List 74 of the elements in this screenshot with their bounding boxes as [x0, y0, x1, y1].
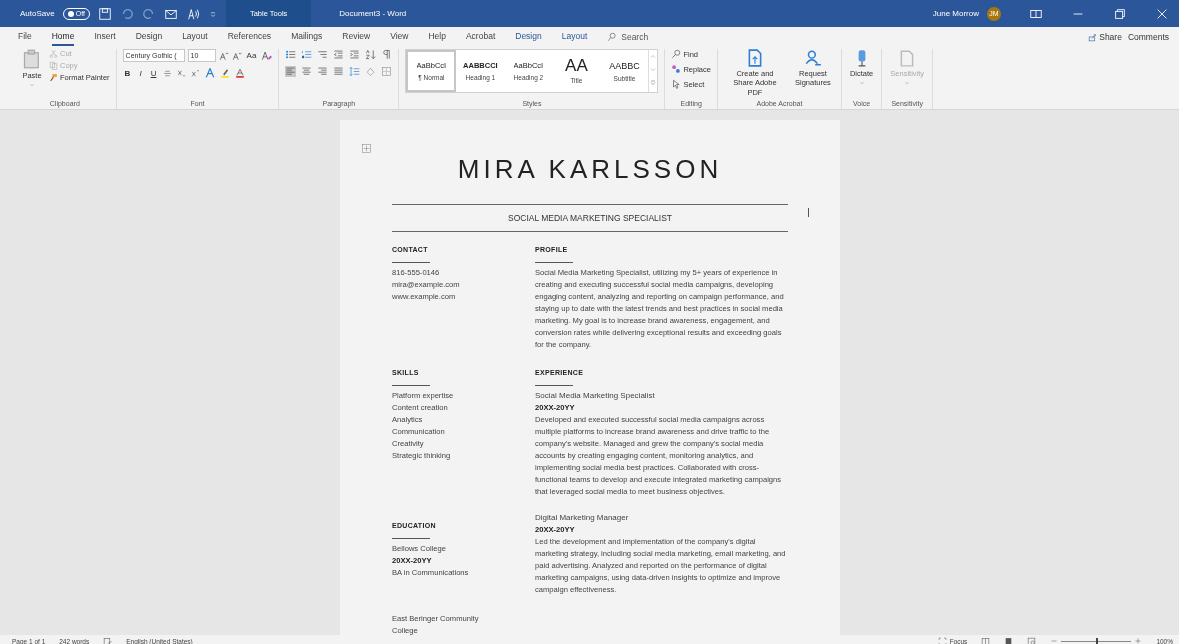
bullets-icon[interactable] [285, 49, 297, 60]
zoom-slider-thumb[interactable] [1096, 637, 1099, 644]
align-right-icon[interactable] [317, 66, 329, 77]
share-icon[interactable] [1088, 32, 1098, 42]
pilcrow-icon[interactable] [381, 49, 393, 60]
ribbon-tab[interactable]: File [18, 28, 32, 46]
text-cursor [808, 208, 809, 217]
caret-icon[interactable] [858, 80, 865, 87]
justify-icon[interactable] [333, 66, 345, 77]
web-layout-icon[interactable] [1027, 636, 1037, 644]
ribbon-tab[interactable]: Insert [94, 28, 116, 46]
grow-font-icon[interactable] [218, 50, 229, 61]
ribbon-tab[interactable]: View [390, 28, 409, 46]
ribbon-tab[interactable]: Help [428, 28, 446, 46]
superscript-icon[interactable] [191, 68, 201, 78]
job-title: Digital Marketing Manager [535, 512, 630, 524]
shrink-font-icon[interactable] [231, 50, 242, 61]
ribbon-tab[interactable]: References [227, 28, 272, 46]
proofing-icon[interactable] [103, 636, 113, 644]
resume-subtitle: SOCIAL MEDIA MARKETING SPECIALIST [392, 204, 788, 232]
align-left-icon[interactable] [285, 66, 297, 77]
italic-button[interactable]: I [137, 68, 144, 78]
replace-icon[interactable] [671, 64, 682, 74]
ribbon-tab[interactable]: Layout [561, 28, 588, 46]
redo-icon[interactable] [141, 6, 156, 21]
search-icon[interactable] [671, 49, 682, 59]
line-spacing-icon[interactable] [349, 66, 361, 77]
decrease-indent-icon[interactable] [333, 49, 345, 60]
user-name: June Morrow [932, 9, 979, 18]
focus-icon[interactable] [937, 636, 947, 644]
strikethrough-icon[interactable] [163, 68, 173, 78]
ribbon-tab[interactable]: Review [342, 28, 371, 46]
sort-icon[interactable] [365, 49, 377, 60]
shading-icon[interactable] [365, 66, 377, 77]
borders-icon[interactable] [381, 66, 393, 77]
window-title: Document3 - Word [338, 9, 408, 18]
text-effects-icon[interactable] [205, 68, 216, 78]
zoom-in-icon[interactable] [1134, 637, 1143, 644]
ribbon-tab[interactable]: Mailings [291, 28, 323, 46]
increase-indent-icon[interactable] [349, 49, 361, 60]
caret-icon[interactable] [29, 82, 35, 89]
save-icon[interactable] [97, 6, 112, 21]
font-color-icon[interactable] [235, 68, 246, 78]
autosave-label: AutoSave [20, 9, 55, 18]
copy-icon[interactable] [49, 61, 58, 70]
numbering-icon[interactable] [301, 49, 313, 60]
table-move-handle-icon[interactable] [362, 144, 371, 153]
share-button[interactable]: Share [1088, 32, 1122, 42]
align-center-icon[interactable] [301, 66, 313, 77]
pointer-icon[interactable] [671, 79, 682, 89]
underline-button[interactable]: U [148, 68, 159, 78]
clipboard-icon[interactable] [22, 49, 42, 69]
change-case-button[interactable]: Aa [244, 51, 259, 60]
restore-icon[interactable] [1113, 6, 1127, 21]
paintbrush-icon[interactable] [49, 73, 58, 82]
read-aloud-icon[interactable] [185, 6, 200, 21]
job-title: Social Media Marketing Specialist [535, 390, 656, 402]
comments-button[interactable]: Comments [1127, 32, 1169, 42]
subscript-icon[interactable] [177, 68, 187, 78]
search-field[interactable]: Search [621, 32, 649, 42]
highlight-icon[interactable] [220, 68, 231, 78]
ribbon-tab[interactable]: Design [515, 28, 542, 46]
search-icon[interactable] [607, 32, 618, 42]
bold-button[interactable]: B [122, 68, 133, 78]
print-layout-icon[interactable] [1004, 636, 1014, 644]
zoom-out-icon[interactable] [1050, 637, 1059, 644]
resume-name: MIRA KARLSSON [456, 154, 724, 184]
signature-icon[interactable] [803, 49, 822, 67]
ribbon-tab[interactable]: Layout [182, 28, 208, 46]
read-mode-icon[interactable] [981, 636, 991, 644]
ribbon-tab[interactable]: Acrobat [465, 28, 496, 46]
clear-formatting-icon[interactable] [261, 50, 273, 61]
ribbon-tab[interactable]: Design [135, 28, 163, 46]
multilevel-list-icon[interactable] [317, 49, 329, 60]
